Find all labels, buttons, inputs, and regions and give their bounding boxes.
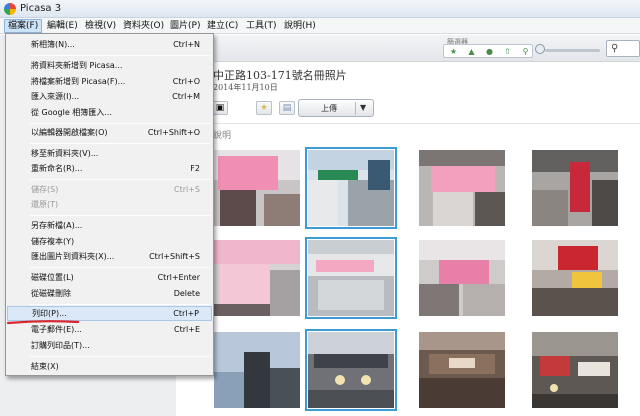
video-filter-icon[interactable]: ▲ <box>466 47 477 57</box>
star-filter-icon[interactable]: ★ <box>448 47 459 57</box>
slider-knob[interactable] <box>535 44 545 54</box>
album-date: 2014年11月10日 <box>213 83 278 92</box>
menu-folder[interactable]: 資料夾(O) <box>120 19 167 33</box>
photo-thumbnail[interactable] <box>532 150 618 226</box>
menu-export[interactable]: 匯出圖片到資料夾(X)... Ctrl+Shift+S <box>7 249 212 264</box>
search-input[interactable]: ⚲ <box>606 40 640 57</box>
menu-save-copy[interactable]: 儲存複本(Y) <box>7 234 212 249</box>
menu-picture[interactable]: 圖片(P) <box>167 19 203 33</box>
menu-edit[interactable]: 編輯(E) <box>44 19 81 33</box>
menu-open-in-editor[interactable]: 以編輯器開啟檔案(O) Ctrl+Shift+O <box>7 125 212 140</box>
photo-thumbnail[interactable] <box>214 332 300 408</box>
filter-buttons: ★ ▲ ● ⇧ ⚲ <box>443 44 533 58</box>
search-icon: ⚲ <box>611 43 619 54</box>
photo-thumbnail[interactable] <box>214 240 300 316</box>
geotag-filter-icon[interactable]: ⚲ <box>520 47 531 57</box>
photo-thumbnail[interactable] <box>214 150 300 226</box>
menu-import-from[interactable]: 匯入來源(I)... Ctrl+M <box>7 89 212 104</box>
menu-save-as[interactable]: 另存新檔(A)... <box>7 218 212 233</box>
photo-thumbnail[interactable] <box>532 332 618 408</box>
menu-add-file[interactable]: 將檔案新增到 Picasa(F)... Ctrl+O <box>7 74 212 89</box>
menu-view[interactable]: 檢視(V) <box>82 19 119 33</box>
menu-move-to-folder[interactable]: 移至新資料夾(V)... <box>7 146 212 161</box>
menu-bar: 檔案(F) 編輯(E) 檢視(V) 資料夾(O) 圖片(P) 建立(C) 工具(… <box>0 18 640 34</box>
disk-icon: ▤ <box>282 103 292 113</box>
menu-tools[interactable]: 工具(T) <box>243 19 280 33</box>
star-icon: ★ <box>259 103 269 113</box>
menu-revert[interactable]: 還原(T) <box>7 197 212 212</box>
menu-import-google[interactable]: 從 Google 相簿匯入... <box>7 105 212 120</box>
upload-label: 上傳 <box>321 104 337 113</box>
thumbnail-size-slider[interactable] <box>545 49 600 52</box>
title-bar: Picasa 3 <box>0 0 640 18</box>
menu-locate-on-disk[interactable]: 磁碟位置(L) Ctrl+Enter <box>7 270 212 285</box>
star-button[interactable]: ★ <box>256 101 272 115</box>
photo-thumbnail[interactable] <box>305 329 397 411</box>
slideshow-icon: ▣ <box>215 103 225 113</box>
menu-create[interactable]: 建立(C) <box>204 19 241 33</box>
slideshow-button[interactable]: ▣ <box>212 101 228 115</box>
menu-delete-from-disk[interactable]: 從磁碟刪除 Delete <box>7 286 212 301</box>
menu-order-prints[interactable]: 訂購列印品(T)... <box>7 338 212 353</box>
upload-filter-icon[interactable]: ⇧ <box>502 47 513 57</box>
album-description-hint[interactable]: 說明 <box>213 128 231 141</box>
album-title[interactable]: 中正路103-171號名冊照片 <box>213 67 347 83</box>
photo-thumbnail[interactable] <box>305 237 397 319</box>
save-button[interactable]: ▤ <box>279 101 295 115</box>
people-filter-icon[interactable]: ● <box>484 47 495 57</box>
menu-exit[interactable]: 結束(X) <box>7 359 212 374</box>
photo-thumbnail[interactable] <box>419 332 505 408</box>
menu-save[interactable]: 儲存(S) Ctrl+S <box>7 182 212 197</box>
annotation-underline <box>7 320 79 325</box>
menu-rename[interactable]: 重新命名(R)... F2 <box>7 161 212 176</box>
menu-help[interactable]: 說明(H) <box>281 19 319 33</box>
photo-thumbnail[interactable] <box>305 147 397 229</box>
photo-thumbnail[interactable] <box>419 150 505 226</box>
chevron-down-icon[interactable]: ▼ <box>360 103 366 112</box>
photo-thumbnail[interactable] <box>419 240 505 316</box>
menu-file[interactable]: 檔案(F) <box>4 19 43 33</box>
picasa-app-icon <box>4 3 16 15</box>
menu-new-album[interactable]: 新相簿(N)... Ctrl+N <box>7 37 212 52</box>
menu-add-folder[interactable]: 將資料夾新增到 Picasa... <box>7 58 212 73</box>
photo-thumbnail[interactable] <box>532 240 618 316</box>
window-title: Picasa 3 <box>20 3 62 14</box>
upload-button[interactable]: 上傳 ▼ <box>298 99 374 117</box>
